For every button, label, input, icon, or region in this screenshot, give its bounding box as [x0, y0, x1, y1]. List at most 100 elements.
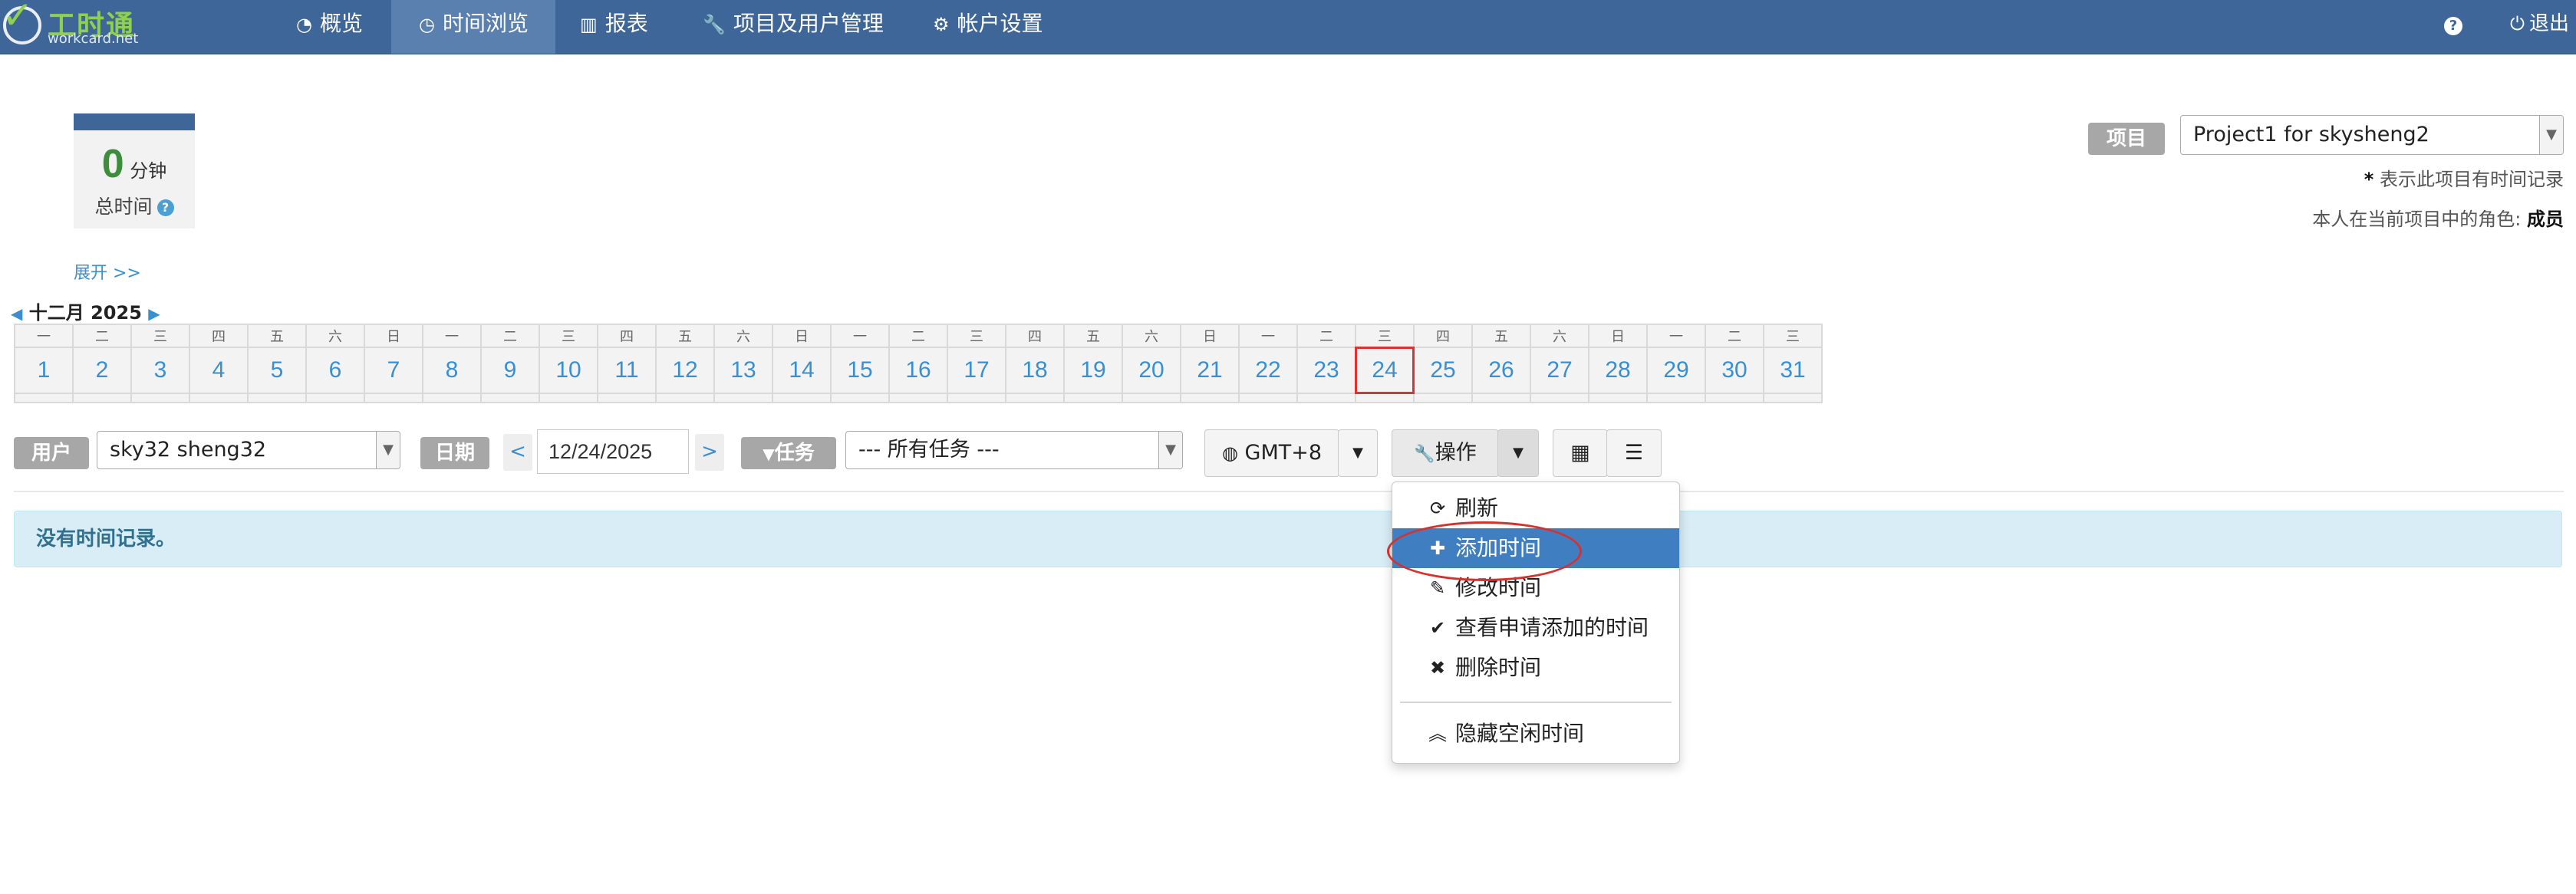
help-icon[interactable]: ?: [156, 199, 174, 216]
nav-item-reports[interactable]: ▥ 报表: [552, 0, 676, 54]
clock-icon: ◷: [419, 14, 435, 35]
prev-month-icon[interactable]: ◀: [11, 304, 22, 323]
caret-down-icon: ▼: [1513, 445, 1524, 461]
filter-icon: ▼: [763, 445, 775, 463]
calendar-weekday: 二: [72, 324, 132, 348]
calendar-day-footer: [14, 393, 74, 403]
calendar-day-footer: [247, 393, 307, 403]
power-icon: ⏻: [2510, 13, 2525, 35]
calendar-day-footer: [189, 393, 249, 403]
calendar-day-footer: [539, 393, 598, 403]
month-navigator: ◀ 十二月 2025 ▶: [11, 297, 160, 324]
menu-separator: [1400, 702, 1672, 703]
calendar-day-6[interactable]: 6: [305, 347, 365, 394]
nav-item-time-browse[interactable]: ◷ 时间浏览: [391, 0, 555, 54]
help-button[interactable]: ?: [2444, 0, 2462, 54]
calendar-day-31[interactable]: 31: [1763, 347, 1823, 394]
timezone-dropdown-toggle[interactable]: ▼: [1338, 429, 1378, 477]
calendar-day-10[interactable]: 10: [539, 347, 598, 394]
calendar-weekday: 六: [713, 324, 773, 348]
calendar-day-footer: [305, 393, 365, 403]
nav-item-account-settings[interactable]: ⚙ 帐户设置: [905, 0, 1071, 54]
nav-item-overview[interactable]: ◔ 概览: [268, 0, 390, 54]
calendar-day-24[interactable]: 24: [1355, 347, 1415, 394]
logout-button[interactable]: ⏻ 退出: [2510, 0, 2569, 54]
calendar-day-25[interactable]: 25: [1413, 347, 1473, 394]
calendar-day-5[interactable]: 5: [247, 347, 307, 394]
calendar-day-19[interactable]: 19: [1063, 347, 1123, 394]
date-input[interactable]: 12/24/2025: [537, 429, 689, 474]
calendar-day-footer: [1355, 393, 1415, 403]
calendar-day-16[interactable]: 16: [888, 347, 948, 394]
list-view-button[interactable]: ☰: [1606, 429, 1662, 477]
calendar-weekday: 四: [597, 324, 657, 348]
wrench-icon: 🔧: [1414, 445, 1435, 464]
calendar-day-8[interactable]: 8: [422, 347, 482, 394]
task-select[interactable]: --- 所有任务 --- ▼: [845, 431, 1183, 469]
grid-view-button[interactable]: ▦: [1553, 429, 1608, 477]
calendar-day-7[interactable]: 7: [364, 347, 423, 394]
calendar-day-20[interactable]: 20: [1122, 347, 1181, 394]
calendar-day-28[interactable]: 28: [1588, 347, 1648, 394]
chevron-down-icon: ▼: [376, 432, 400, 468]
calendar-day-1[interactable]: 1: [14, 347, 74, 394]
calendar-day-9[interactable]: 9: [480, 347, 540, 394]
calendar-weekday: 六: [1122, 324, 1181, 348]
next-day-button[interactable]: >: [695, 434, 724, 471]
calendar-day-22[interactable]: 22: [1238, 347, 1298, 394]
calendar-day-14[interactable]: 14: [772, 347, 832, 394]
calendar-day-11[interactable]: 11: [597, 347, 657, 394]
bar-chart-icon: ▥: [580, 14, 598, 35]
calendar-weekday: 三: [539, 324, 598, 348]
calendar-day-footer: [1413, 393, 1473, 403]
table-icon: ▦: [1570, 441, 1590, 465]
calendar-day-4[interactable]: 4: [189, 347, 249, 394]
chevron-down-icon: ▼: [2539, 116, 2563, 154]
calendar-weekday: 四: [1413, 324, 1473, 348]
calendar-day-15[interactable]: 15: [830, 347, 890, 394]
calendar-weekday: 二: [888, 324, 948, 348]
calendar-day-2[interactable]: 2: [72, 347, 132, 394]
expand-link[interactable]: 展开 >>: [74, 259, 141, 284]
calendar-day-13[interactable]: 13: [713, 347, 773, 394]
refresh-icon: ⟳: [1429, 498, 1446, 519]
prev-day-button[interactable]: <: [503, 434, 532, 471]
calendar-weekday: 一: [422, 324, 482, 348]
project-role-note: 本人在当前项目中的角色: 成员: [2312, 209, 2564, 230]
calendar-weekday: 二: [1296, 324, 1356, 348]
operate-dropdown-toggle[interactable]: ▼: [1497, 429, 1539, 477]
project-record-note: * 表示此项目有时间记录: [2364, 169, 2564, 190]
calendar-day-27[interactable]: 27: [1530, 347, 1589, 394]
logo[interactable]: ✓ 工时通 workcard.net: [0, 0, 138, 54]
project-select[interactable]: Project1 for skysheng2 ▼: [2180, 115, 2564, 155]
calendar-weekday: 五: [655, 324, 715, 348]
calendar-day-footer: [130, 393, 190, 403]
calendar-day-18[interactable]: 18: [1005, 347, 1065, 394]
calendar-day-30[interactable]: 30: [1705, 347, 1764, 394]
next-month-icon[interactable]: ▶: [148, 304, 160, 323]
calendar-day-footer: [830, 393, 890, 403]
calendar-day-29[interactable]: 29: [1646, 347, 1706, 394]
calendar-day-21[interactable]: 21: [1180, 347, 1240, 394]
menu-item-refresh[interactable]: ⟳ 刷新: [1392, 488, 1679, 528]
calendar-day-23[interactable]: 23: [1296, 347, 1356, 394]
user-label: 用户: [14, 437, 89, 469]
calendar-day-26[interactable]: 26: [1471, 347, 1531, 394]
menu-item-hide-idle-time[interactable]: ︽ 隐藏空闲时间: [1392, 714, 1679, 754]
menu-item-view-requested-time[interactable]: ✔ 查看申请添加的时间: [1392, 608, 1679, 648]
calendar-weekday: 五: [247, 324, 307, 348]
calendar-day-footer: [480, 393, 540, 403]
calendar-weekday: 三: [130, 324, 190, 348]
calendar-day-17[interactable]: 17: [947, 347, 1006, 394]
operate-button[interactable]: 🔧操作: [1392, 429, 1499, 477]
gear-icon: ⚙: [933, 14, 950, 35]
caret-down-icon: ▼: [1352, 445, 1363, 461]
calendar-day-3[interactable]: 3: [130, 347, 190, 394]
calendar-day-footer: [1763, 393, 1823, 403]
calendar-weekday: 一: [1646, 324, 1706, 348]
calendar-day-12[interactable]: 12: [655, 347, 715, 394]
nav-item-project-user-management[interactable]: 🔧 项目及用户管理: [675, 0, 911, 54]
timezone-button[interactable]: ◍ GMT+8: [1204, 429, 1339, 477]
user-select[interactable]: sky32 sheng32 ▼: [97, 431, 400, 469]
menu-item-delete-time[interactable]: ✖ 删除时间: [1392, 648, 1679, 688]
